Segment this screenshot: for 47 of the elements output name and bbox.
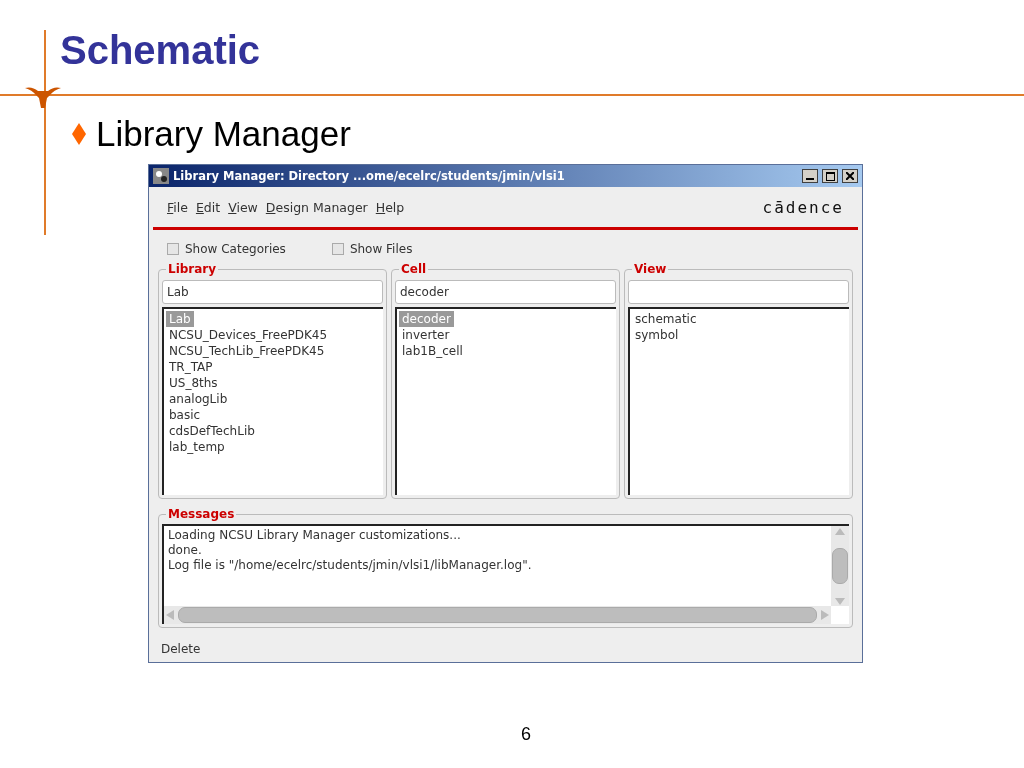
- list-item[interactable]: TR_TAP: [166, 359, 216, 375]
- close-button[interactable]: [842, 169, 858, 183]
- filter-field[interactable]: Lab: [162, 280, 383, 304]
- minimize-button[interactable]: [802, 169, 818, 183]
- window-title: Library Manager: Directory ...ome/ecelrc/students/jmin/vlsi1: [173, 169, 566, 183]
- app-icon: [153, 168, 169, 184]
- list-item[interactable]: NCSU_TechLib_FreePDK45: [166, 343, 328, 359]
- scroll-down-icon[interactable]: [834, 596, 846, 606]
- list-item[interactable]: schematic: [632, 311, 700, 327]
- filter-field[interactable]: [628, 280, 849, 304]
- list-item[interactable]: inverter: [399, 327, 453, 343]
- list-item[interactable]: basic: [166, 407, 204, 423]
- maximize-button[interactable]: [822, 169, 838, 183]
- list-item[interactable]: US_8ths: [166, 375, 221, 391]
- scroll-up-icon[interactable]: [834, 526, 846, 536]
- group-heading: Library: [167, 262, 218, 276]
- filter-field[interactable]: decoder: [395, 280, 616, 304]
- list-item[interactable]: symbol: [632, 327, 682, 343]
- group-heading: Messages: [167, 507, 236, 521]
- maximize-icon: [825, 171, 835, 181]
- message-line: Loading NCSU Library Manager customizations...: [168, 528, 462, 543]
- menu-item[interactable]: Design Manager: [265, 199, 368, 215]
- close-icon: [846, 172, 854, 180]
- message-line: Log file is "/home/ecelrc/students/jmin/vlsi1/libManager.log".: [168, 558, 533, 573]
- slide-title: Schematic: [60, 27, 262, 74]
- page-number: 6: [521, 724, 531, 745]
- group-heading: Cell: [400, 262, 428, 276]
- menu-item[interactable]: File: [167, 199, 188, 215]
- longhorn-logo-icon: [24, 84, 62, 110]
- menu-item[interactable]: View: [228, 199, 258, 215]
- diamond-bullet-icon: [72, 123, 86, 145]
- list-item[interactable]: lab_temp: [166, 439, 228, 455]
- checkbox-option[interactable]: Show Categories: [167, 242, 286, 256]
- status-text: Delete: [161, 642, 202, 656]
- list-item[interactable]: lab1B_cell: [399, 343, 466, 359]
- horizontal-scrollbar[interactable]: [164, 606, 831, 624]
- menu-item[interactable]: Edit: [195, 199, 221, 215]
- vertical-scrollbar[interactable]: [831, 526, 849, 606]
- menu-item[interactable]: Help: [375, 199, 405, 215]
- bullet-text: Library Manager: [96, 114, 351, 154]
- list-item[interactable]: cdsDefTechLib: [166, 423, 258, 439]
- list-item[interactable]: analogLib: [166, 391, 231, 407]
- group-heading: View: [633, 262, 668, 276]
- checkbox-option[interactable]: Show Files: [331, 242, 413, 256]
- message-line: done.: [168, 543, 203, 558]
- brand-logo: cādence: [762, 197, 844, 217]
- list-item[interactable]: NCSU_Devices_FreePDK45: [166, 327, 331, 343]
